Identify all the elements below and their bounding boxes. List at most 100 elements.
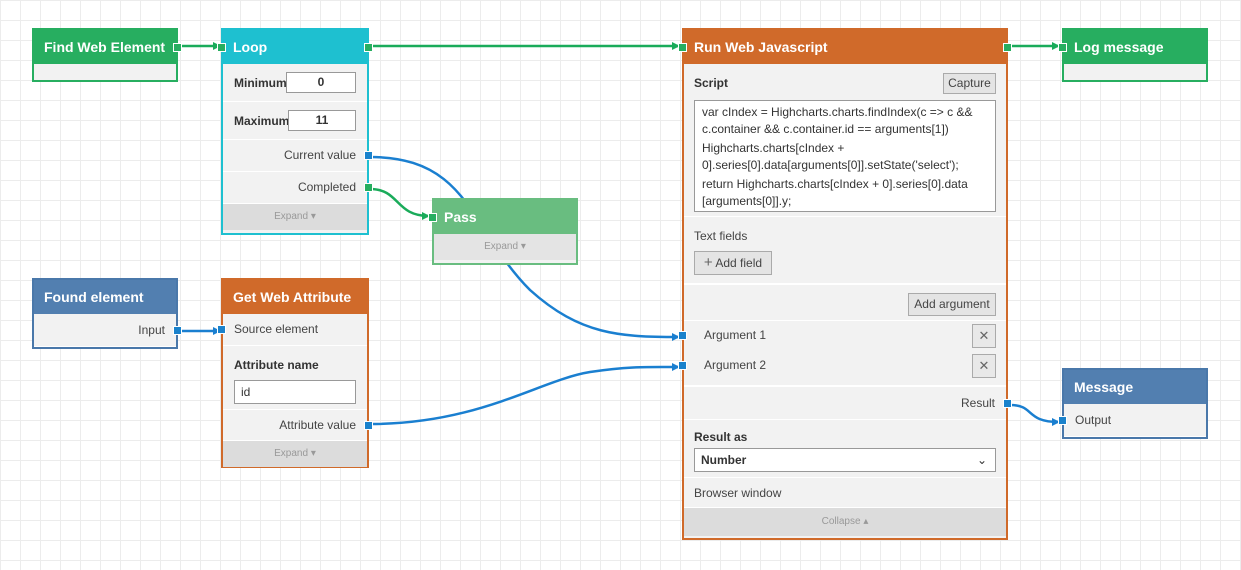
result-port[interactable] — [1003, 399, 1012, 408]
result-label: Result — [960, 396, 995, 410]
script-line: Highcharts.charts[cIndex + 0].series[0].… — [702, 141, 959, 172]
flow-out-port[interactable] — [173, 43, 182, 52]
node-loop[interactable]: Loop Minimum 0 Maximum 11 Current value … — [217, 28, 373, 235]
script-line: return Highcharts.charts[cIndex + 0].ser… — [702, 177, 968, 208]
attribute-name-row: Attribute name id — [223, 346, 367, 410]
argument2-label: Argument 2 — [704, 358, 767, 372]
result-as-value: Number — [701, 453, 747, 467]
argument1-label: Argument 1 — [704, 328, 767, 342]
flow-in-port[interactable] — [678, 43, 687, 52]
node-title: Run Web Javascript — [694, 39, 828, 55]
result-row: Result — [684, 387, 1012, 420]
expand-button[interactable]: Expand ▾ — [223, 204, 367, 230]
result-as-label: Result as — [694, 430, 748, 444]
node-pass[interactable]: Pass Expand ▾ — [428, 198, 578, 265]
flow-in-port[interactable] — [217, 43, 226, 52]
node-title: Pass — [444, 209, 477, 225]
remove-argument2-button[interactable]: ✕ — [972, 354, 996, 378]
completed-label: Completed — [297, 180, 356, 194]
output-row: Output — [1058, 404, 1206, 437]
wire-attr-to-arg2 — [369, 362, 680, 426]
input-row: Input — [34, 314, 182, 347]
attribute-value-port[interactable] — [364, 421, 373, 430]
node-run-web-javascript[interactable]: Run Web Javascript Script Capture var cI… — [678, 28, 1012, 540]
node-log-message[interactable]: Log message — [1058, 28, 1208, 82]
script-line: var cIndex = Highcharts.charts.findIndex… — [702, 105, 973, 136]
add-field-button[interactable]: + Add field — [694, 251, 772, 275]
node-title: Get Web Attribute — [233, 289, 352, 305]
node-header[interactable]: Log message — [1064, 30, 1206, 64]
add-argument-row: Add argument — [684, 285, 1006, 321]
attribute-value-row: Attribute value — [223, 410, 373, 441]
script-row: Script Capture var cIndex = Highcharts.c… — [684, 64, 1006, 217]
argument2-row: Argument 2 ✕ — [678, 351, 1006, 387]
flow-out-port[interactable] — [364, 43, 373, 52]
node-title: Loop — [233, 39, 268, 55]
source-element-row: Source element — [217, 314, 367, 346]
chevron-down-icon: ⌄ — [976, 453, 987, 467]
minimum-label: Minimum — [234, 76, 287, 90]
current-value-label: Current value — [283, 148, 356, 162]
add-field-label: Add field — [715, 256, 763, 270]
node-title: Message — [1074, 379, 1134, 395]
argument1-row: Argument 1 ✕ — [678, 321, 1006, 351]
flow-in-port[interactable] — [428, 213, 437, 222]
node-header[interactable]: Run Web Javascript — [684, 30, 1006, 64]
completed-port[interactable] — [364, 183, 373, 192]
minimum-row: Minimum 0 — [223, 64, 367, 102]
input-port[interactable] — [173, 326, 182, 335]
node-header[interactable]: Find Web Element — [34, 30, 176, 64]
node-get-web-attribute[interactable]: Get Web Attribute Source element Attribu… — [217, 278, 373, 468]
flow-out-port[interactable] — [1003, 43, 1012, 52]
close-icon: ✕ — [978, 358, 990, 373]
source-element-port[interactable] — [217, 325, 226, 334]
node-header[interactable]: Message — [1064, 370, 1206, 404]
capture-button[interactable]: Capture — [943, 73, 996, 94]
expand-button[interactable]: Expand ▾ — [434, 234, 576, 260]
maximum-label: Maximum — [234, 114, 290, 128]
source-element-label: Source element — [234, 322, 319, 336]
add-argument-button[interactable]: Add argument — [908, 293, 996, 316]
output-port[interactable] — [1058, 416, 1067, 425]
argument2-port[interactable] — [678, 361, 687, 370]
script-editor[interactable]: var cIndex = Highcharts.charts.findIndex… — [694, 100, 996, 212]
node-header[interactable]: Get Web Attribute — [223, 280, 367, 314]
node-header[interactable]: Pass — [434, 200, 576, 234]
maximum-row: Maximum 11 — [223, 102, 367, 140]
node-title: Log message — [1074, 39, 1164, 55]
text-fields-label: Text fields — [694, 229, 748, 243]
browser-window-row: Browser window — [684, 478, 1006, 508]
current-value-port[interactable] — [364, 151, 373, 160]
close-icon: ✕ — [978, 328, 990, 343]
flow-in-port[interactable] — [1058, 43, 1067, 52]
expand-button[interactable]: Expand ▾ — [223, 441, 367, 467]
text-fields-row: Text fields + Add field — [684, 217, 1006, 285]
minimum-input[interactable]: 0 — [286, 72, 356, 93]
node-title: Find Web Element — [44, 39, 166, 55]
attribute-name-input[interactable]: id — [234, 380, 356, 404]
node-title: Found element — [44, 289, 144, 305]
current-value-row: Current value — [223, 140, 373, 172]
attribute-name-label: Attribute name — [234, 358, 319, 372]
input-label: Input — [138, 323, 165, 337]
output-label: Output — [1075, 413, 1112, 427]
collapse-button[interactable]: Collapse ▴ — [684, 508, 1006, 536]
maximum-input[interactable]: 11 — [288, 110, 356, 131]
wire-result-to-output — [1009, 403, 1060, 426]
plus-icon: + — [703, 254, 713, 271]
browser-window-label: Browser window — [694, 486, 782, 500]
node-message[interactable]: Message Output — [1058, 368, 1208, 439]
completed-row: Completed — [223, 172, 373, 204]
argument1-port[interactable] — [678, 331, 687, 340]
attribute-value-label: Attribute value — [279, 418, 356, 432]
node-find-web-element[interactable]: Find Web Element — [32, 28, 182, 82]
node-header[interactable]: Loop — [223, 30, 367, 64]
script-label: Script — [694, 76, 729, 90]
remove-argument1-button[interactable]: ✕ — [972, 324, 996, 348]
result-as-row: Result as Number ⌄ — [684, 420, 1006, 478]
result-as-select[interactable]: Number ⌄ — [694, 448, 996, 472]
wire-completed-to-pass — [369, 187, 430, 220]
node-header[interactable]: Found element — [34, 280, 176, 314]
connection-wires — [180, 42, 1060, 426]
node-found-element[interactable]: Found element Input — [32, 278, 182, 349]
